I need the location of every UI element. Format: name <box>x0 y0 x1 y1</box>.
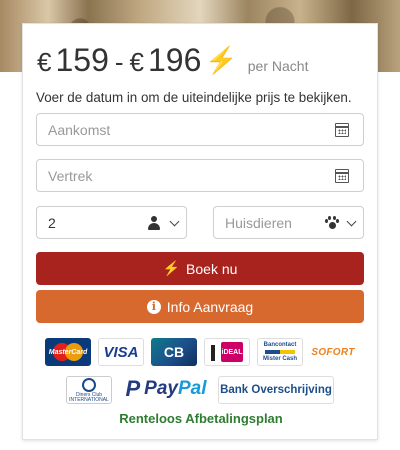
visa-logo: VISA <box>98 338 144 366</box>
info-icon: i <box>146 299 161 314</box>
date-hint: Voer de datum in om de uiteindelijke pri… <box>36 90 352 105</box>
paypal-logo: P Pay Pal <box>125 376 207 401</box>
mistercash-label: Mister Cash <box>262 356 297 362</box>
user-icon <box>148 216 160 230</box>
currency-symbol: € <box>37 47 52 77</box>
installment-plan-label: Renteloos Afbetalingsplan <box>119 411 283 426</box>
chevron-down-icon <box>169 216 180 227</box>
guests-value: 2 <box>48 215 56 231</box>
calendar-icon <box>335 123 349 137</box>
bolt-icon: ⚡ <box>162 260 181 276</box>
chevron-down-icon <box>346 216 357 227</box>
cb-label: CB <box>163 344 185 360</box>
paw-icon <box>325 216 339 230</box>
info-request-label: Info Aanvraag <box>166 298 254 315</box>
sofort-label: SOFORT <box>311 346 355 358</box>
info-request-button[interactable]: i Info Aanvraag <box>36 290 364 323</box>
sofort-logo: SOFORT <box>310 338 356 366</box>
arrival-date-field[interactable]: Aankomst <box>36 113 364 146</box>
mastercard-label: MasterCard <box>48 348 88 356</box>
paypal-label-b: Pal <box>177 378 207 399</box>
visa-label: VISA <box>103 343 139 361</box>
arrival-placeholder: Aankomst <box>48 122 111 138</box>
pets-select[interactable]: Huisdieren <box>213 206 364 239</box>
cb-logo: CB <box>151 338 197 366</box>
price-max: 196 <box>148 42 202 78</box>
departure-date-field[interactable]: Vertrek <box>36 159 364 192</box>
book-now-label: Boek nu <box>186 260 238 277</box>
bolt-icon: ⚡ <box>205 45 238 75</box>
currency-symbol-max: € <box>129 47 144 77</box>
calendar-icon <box>335 169 349 183</box>
paypal-label-a: Pay <box>144 378 178 399</box>
mastercard-logo: MasterCard <box>45 338 91 366</box>
book-now-button[interactable]: ⚡ Boek nu <box>36 252 364 285</box>
bancontact-logo: Bancontact Mister Cash <box>257 338 303 366</box>
ideal-label: iDEAL <box>221 342 243 362</box>
ideal-logo: iDEAL <box>204 338 250 366</box>
bank-transfer-badge: Bank Overschrijving <box>218 376 334 404</box>
diners-club-logo: Diners Club INTERNATIONAL <box>66 376 112 404</box>
price-separator: - <box>114 47 124 77</box>
diners-sublabel: INTERNATIONAL <box>69 396 109 403</box>
guests-select[interactable]: 2 <box>36 206 187 239</box>
price-min: 159 <box>55 42 109 78</box>
per-night-label: per Nacht <box>247 58 309 74</box>
pets-placeholder: Huisdieren <box>225 215 292 231</box>
departure-placeholder: Vertrek <box>48 168 93 184</box>
bancontact-label: Bancontact <box>263 342 297 348</box>
bank-transfer-label: Bank Overschrijving <box>220 384 332 396</box>
price-range: € 159 - € 196 ⚡ per Nacht <box>37 42 308 79</box>
booking-card: € 159 - € 196 ⚡ per Nacht Voer de datum … <box>22 23 378 440</box>
